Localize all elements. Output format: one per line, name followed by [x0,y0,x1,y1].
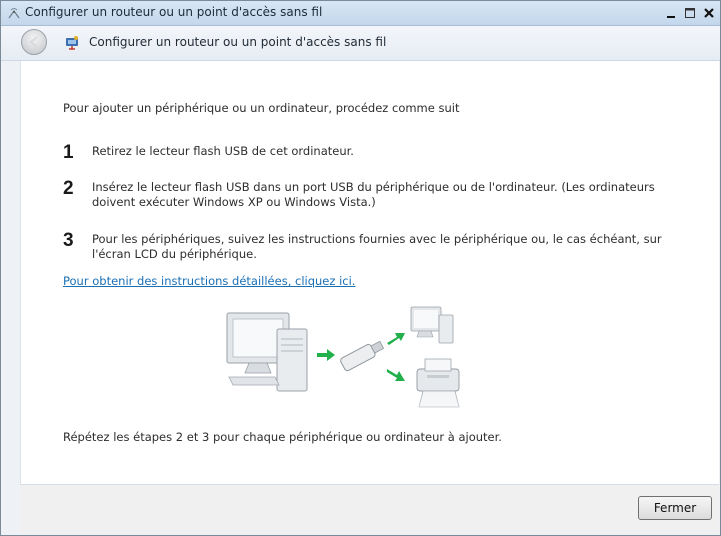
window-controls [662,4,718,21]
maximize-icon [685,7,695,18]
back-arrow-icon [29,36,38,48]
step-text: Insérez le lecteur flash USB dans un por… [92,180,655,209]
window-title: Configurer un routeur ou un point d'accè… [25,5,323,19]
step-number: 3 [63,230,74,251]
repeat-instructions-text: Répétez les étapes 2 et 3 pour chaque pé… [63,430,502,444]
intro-text: Pour ajouter un périphérique ou un ordin… [63,101,460,115]
dialog-window: Configurer un routeur ou un point d'accè… [0,0,721,536]
step-text: Pour les périphériques, suivez les instr… [92,232,662,261]
network-setup-icon [66,36,78,50]
step-text: Retirez le lecteur flash USB de cet ordi… [92,144,354,158]
dialog-footer: Fermer [20,484,719,534]
close-icon [704,7,714,18]
close-button[interactable]: Fermer [638,496,712,520]
minimize-button[interactable] [662,4,680,21]
back-button[interactable] [21,29,47,55]
content-area: Pour ajouter un périphérique ou un ordin… [20,61,719,485]
maximize-button[interactable] [681,4,699,21]
close-window-button[interactable] [700,4,718,21]
title-bar[interactable]: Configurer un routeur ou un point d'accè… [1,1,720,26]
minimize-icon [667,15,675,18]
step-number: 2 [63,178,74,199]
step-number: 1 [63,142,74,163]
detailed-instructions-link[interactable]: Pour obtenir des instructions détaillées… [63,274,355,288]
navigation-bar: Configurer un routeur ou un point d'accè… [1,26,720,61]
usb-transfer-illustration [219,299,473,421]
wireless-network-icon [8,8,20,19]
page-title: Configurer un routeur ou un point d'accè… [89,35,387,49]
